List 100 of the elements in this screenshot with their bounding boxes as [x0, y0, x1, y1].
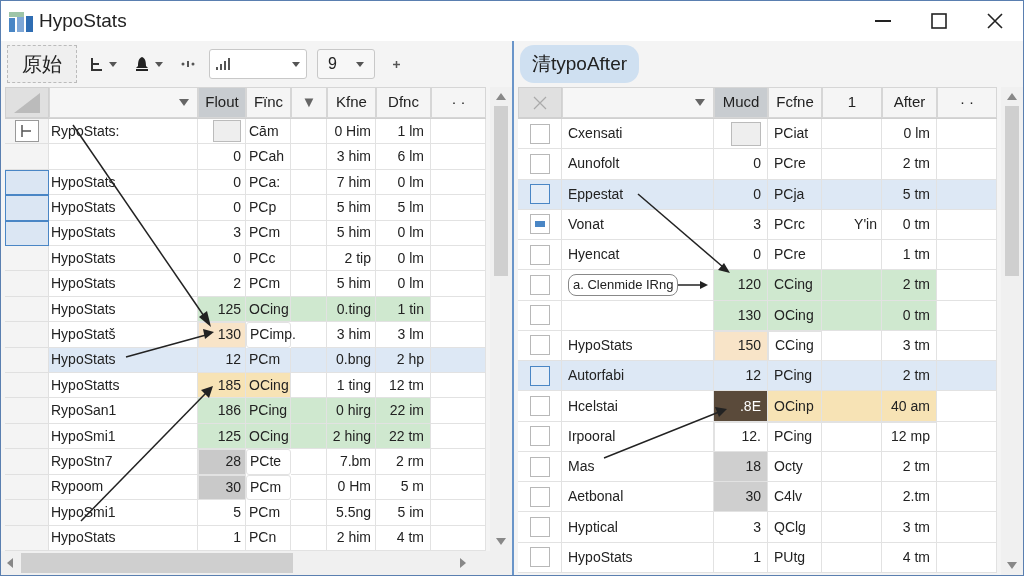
empty-cell — [431, 373, 486, 399]
arrow-icon — [678, 279, 709, 290]
checkbox[interactable] — [529, 153, 550, 174]
table-cell: 4 tm — [376, 525, 431, 551]
column-header[interactable]: 1 — [822, 87, 882, 118]
table-cell: 2 tm — [882, 270, 937, 301]
more-icon — [181, 61, 195, 67]
maximize-icon — [931, 13, 947, 29]
table-cell: 12 mp — [882, 421, 937, 452]
table-cell: 6 lm — [376, 144, 431, 170]
column-header[interactable]: ▼ — [291, 87, 327, 118]
table-cell: 2 tm — [882, 451, 937, 483]
empty-cell — [431, 144, 486, 170]
table-cell: PCa: — [246, 169, 291, 196]
column-header[interactable]: Dfnc — [376, 87, 431, 118]
empty-cell — [937, 119, 997, 150]
table-cell: 3 lm — [376, 322, 431, 348]
column-header[interactable]: Mucd — [714, 87, 768, 118]
table-cell: 2.tm — [882, 482, 937, 513]
checkbox[interactable] — [529, 547, 550, 568]
table-cell: Octy — [768, 451, 822, 483]
column-header[interactable]: Flout — [198, 87, 246, 118]
table-cell: 5 im — [376, 500, 431, 526]
table-cell: C4lv — [768, 482, 822, 513]
checkbox[interactable] — [529, 335, 550, 356]
row-header[interactable] — [5, 169, 49, 196]
table-cell: 3 him — [327, 144, 376, 170]
column-header[interactable]: Kfne — [327, 87, 376, 118]
scrollbar-thumb[interactable] — [494, 106, 508, 276]
chart-style-dropdown[interactable] — [209, 49, 307, 79]
checkbox[interactable] — [529, 396, 550, 416]
minimize-icon — [875, 20, 891, 22]
corner-cell[interactable] — [518, 87, 562, 118]
table-cell: 18 — [714, 451, 768, 483]
checkbox[interactable] — [529, 456, 550, 477]
table-cell: 5 m — [376, 474, 431, 501]
checkbox[interactable] — [529, 214, 550, 235]
table-cell: Eppestat — [562, 179, 714, 210]
scroll-down-icon — [1007, 562, 1017, 569]
column-header[interactable]: · · — [431, 87, 486, 118]
table-cell: 4 tm — [882, 542, 937, 573]
column-header[interactable]: Fcfne — [768, 87, 822, 118]
table-cell: Y'in — [822, 209, 882, 241]
close-icon — [533, 95, 547, 110]
table-cell: 0 lm — [376, 220, 431, 247]
column-header[interactable]: Fïnc — [246, 87, 291, 118]
table-cell: OCing — [246, 423, 291, 450]
scroll-up-icon — [1007, 93, 1017, 100]
checkbox[interactable] — [529, 184, 550, 205]
checkbox[interactable] — [529, 274, 550, 295]
empty-swatch — [731, 121, 761, 146]
caret-icon — [695, 99, 705, 106]
scrollbar-thumb[interactable] — [21, 553, 293, 573]
table-cell: PCn — [246, 525, 291, 551]
empty-cell — [431, 322, 486, 348]
table-cell: 0 tm — [882, 209, 937, 241]
table-cell: 0 Him — [327, 119, 376, 145]
column-header[interactable]: · · — [937, 87, 997, 118]
column-header[interactable]: After — [882, 87, 937, 118]
table-cell: 1 — [714, 542, 768, 573]
corner-icon — [14, 92, 40, 113]
empty-cell — [291, 169, 327, 196]
corner-cell[interactable] — [5, 87, 49, 118]
mode-button[interactable]: 清typoAfter — [520, 45, 640, 83]
table-cell: 120 — [714, 270, 768, 301]
empty-cell — [431, 246, 486, 272]
scrollbar-thumb[interactable] — [1005, 106, 1019, 276]
table-cell: PCre — [768, 149, 822, 180]
table-cell: 0 — [198, 195, 246, 221]
filter-dropdown[interactable] — [562, 87, 714, 118]
empty-cell — [291, 500, 327, 526]
checkbox[interactable] — [529, 123, 550, 144]
app-logo-icon — [9, 10, 33, 32]
table-cell: 0 — [198, 169, 246, 196]
mode-button[interactable]: 原始 — [7, 45, 77, 83]
empty-cell — [822, 149, 882, 180]
caret-icon — [356, 61, 364, 67]
bar-chart-icon — [216, 58, 230, 70]
empty-cell — [431, 449, 486, 475]
checkbox[interactable] — [529, 517, 550, 538]
checkbox[interactable] — [529, 365, 550, 386]
checkbox[interactable] — [529, 426, 550, 447]
checkbox[interactable] — [529, 244, 550, 265]
table-cell: 3 tm — [882, 512, 937, 543]
table-cell: 1 — [198, 525, 246, 551]
table-cell: 0 lm — [376, 246, 431, 272]
table-cell: 1 lm — [376, 119, 431, 145]
empty-cell — [431, 474, 486, 501]
empty-cell — [937, 512, 997, 543]
row-header[interactable] — [5, 195, 49, 221]
table-cell: 0 — [714, 149, 768, 180]
size-dropdown[interactable]: 9 — [317, 49, 375, 79]
checkbox[interactable] — [529, 305, 550, 326]
table-cell: 2 tip — [327, 246, 376, 272]
row-header[interactable] — [5, 220, 49, 247]
table-cell: 0 — [198, 246, 246, 272]
table-cell: PCp — [246, 195, 291, 221]
table-cell: 5 — [198, 500, 246, 526]
empty-cell — [291, 246, 327, 272]
checkbox[interactable] — [529, 486, 550, 507]
